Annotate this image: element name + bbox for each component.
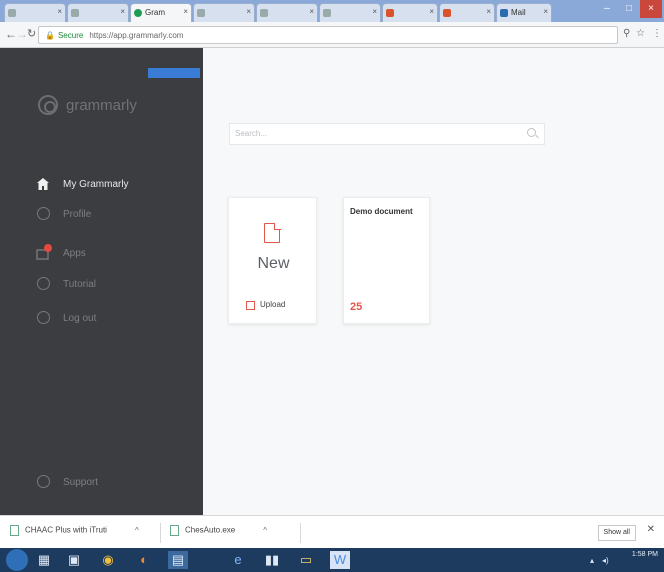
page-icon: [323, 9, 331, 17]
close-icon[interactable]: ×: [486, 7, 491, 16]
beta-badge: [148, 68, 200, 78]
downloads-bar: CHAAC Plus with iTruti ^ ChesAuto.exe ^ Sh…: [0, 515, 664, 548]
search-icon[interactable]: [527, 128, 536, 137]
search-input[interactable]: Search...: [229, 123, 545, 145]
page-icon: [71, 9, 79, 17]
close-icon[interactable]: ×: [183, 7, 188, 16]
sidebar-item-profile[interactable]: Profile: [35, 206, 195, 226]
file-icon: [10, 525, 19, 536]
page-icon: [197, 9, 205, 17]
sidebar-item-apps[interactable]: Apps: [35, 244, 195, 265]
explorer-icon[interactable]: ▦: [34, 551, 54, 569]
url-field[interactable]: 🔒 Secure https://app.grammarly.com: [38, 26, 618, 44]
office-icon: [443, 9, 451, 17]
new-document-icon: [264, 222, 281, 243]
notification-dot: [44, 244, 52, 252]
sidebar-item-my-grammarly[interactable]: My Grammarly: [35, 176, 195, 196]
browser-tab[interactable]: ×: [382, 3, 438, 22]
chrome-icon[interactable]: ◉: [98, 551, 118, 569]
browser-tab[interactable]: ×: [193, 3, 255, 22]
close-icon[interactable]: ×: [57, 7, 62, 16]
support-icon: [35, 475, 51, 491]
logout-icon: [35, 311, 51, 327]
chevron-up-icon[interactable]: ^: [135, 526, 139, 535]
upload-button[interactable]: Upload: [260, 300, 285, 309]
volume-icon[interactable]: ◂): [602, 556, 609, 565]
info-icon: [35, 277, 51, 293]
browser-tab-active[interactable]: Gram ×: [130, 3, 192, 22]
close-icon[interactable]: ×: [543, 7, 548, 16]
new-document-card[interactable]: New Upload: [228, 197, 317, 324]
grammarly-logo-icon: [38, 95, 58, 115]
document-title: Demo document: [350, 207, 413, 216]
start-button[interactable]: [6, 549, 28, 571]
sidebar-item-support[interactable]: Support: [35, 474, 195, 494]
clock[interactable]: 1:58 PM: [632, 550, 658, 559]
url-text: https://app.grammarly.com: [89, 31, 184, 40]
mail-icon: [500, 9, 508, 17]
brand-name: grammarly: [66, 97, 137, 114]
close-icon[interactable]: ×: [120, 7, 125, 16]
page-icon: [8, 9, 16, 17]
profile-icon: [35, 207, 51, 223]
browser-tab[interactable]: ×: [67, 3, 129, 22]
browser-tab[interactable]: ×: [319, 3, 381, 22]
new-label: New: [257, 255, 290, 272]
firefox-icon[interactable]: ◐: [134, 551, 154, 569]
word-icon[interactable]: W: [330, 551, 350, 569]
maximize-icon[interactable]: □: [618, 0, 640, 18]
chevron-up-icon[interactable]: ^: [263, 526, 267, 535]
app-icon[interactable]: ▮▮: [262, 551, 282, 569]
reload-icon[interactable]: ↻: [27, 27, 36, 40]
close-icon[interactable]: ×: [309, 7, 314, 16]
close-icon[interactable]: ×: [246, 7, 251, 16]
close-icon[interactable]: ×: [429, 7, 434, 16]
close-icon[interactable]: ×: [372, 7, 377, 16]
extension-icon[interactable]: ⚲: [623, 28, 630, 39]
browser-tab-strip: × × Gram × × × × × × Mail × – □ ×: [0, 0, 664, 22]
windows-taskbar: ▦ ▣ ◉ ◐ ▤ e ▮▮ ▭ W ▴ ◂) 1:58 PM: [0, 548, 664, 572]
show-all-button[interactable]: Show all: [597, 525, 636, 541]
star-icon[interactable]: ☆: [636, 28, 645, 39]
search-placeholder: Search...: [235, 129, 268, 138]
download-item[interactable]: CHAAC Plus with iTruti ^: [10, 525, 139, 541]
active-app-icon[interactable]: ▤: [168, 551, 188, 569]
main-content: Search... New Upload Demo document 25: [203, 48, 664, 515]
issue-count: 25: [350, 301, 363, 313]
network-icon[interactable]: ▴: [590, 556, 594, 565]
close-icon[interactable]: ✕: [647, 524, 655, 535]
file-icon: [170, 525, 179, 536]
folder-icon[interactable]: ▭: [296, 551, 316, 569]
browser-tab[interactable]: ×: [256, 3, 318, 22]
document-card[interactable]: Demo document 25: [343, 197, 430, 324]
browser-tab[interactable]: Mail ×: [496, 3, 552, 22]
sidebar-item-tutorial[interactable]: Tutorial: [35, 276, 195, 296]
grammarly-icon: [134, 9, 142, 17]
home-icon: [35, 177, 51, 193]
browser-tab[interactable]: ×: [439, 3, 495, 22]
divider: [160, 523, 161, 543]
ie-icon[interactable]: e: [228, 551, 248, 569]
menu-icon[interactable]: ⋮: [652, 28, 662, 39]
sidebar-item-log-out[interactable]: Log out: [35, 310, 195, 330]
sidebar: grammarly My Grammarly Profile Apps Tuto…: [0, 48, 203, 515]
window-close-icon[interactable]: ×: [640, 0, 662, 18]
upload-icon[interactable]: [246, 301, 255, 310]
lock-icon: 🔒: [45, 31, 55, 40]
page-icon: [260, 9, 268, 17]
media-icon[interactable]: ▣: [64, 551, 84, 569]
address-bar: ← → ↻ 🔒 Secure https://app.grammarly.com ⚲…: [0, 22, 664, 48]
apps-icon: [35, 244, 52, 262]
download-item[interactable]: ChesAuto.exe ^: [170, 525, 267, 541]
office-icon: [386, 9, 394, 17]
browser-tab[interactable]: ×: [4, 3, 66, 22]
minimize-icon[interactable]: –: [596, 0, 618, 18]
divider: [300, 523, 301, 543]
